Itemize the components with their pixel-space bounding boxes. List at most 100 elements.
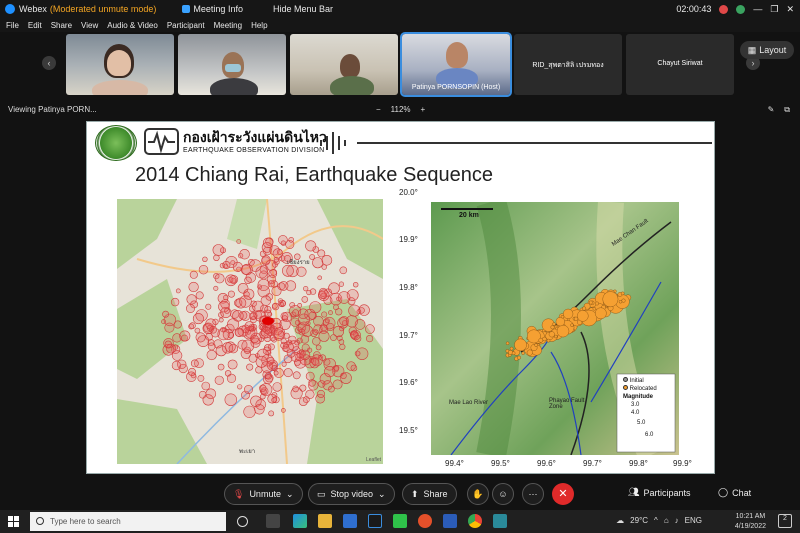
menu-view[interactable]: View [81, 21, 98, 30]
task-view-icon[interactable] [266, 514, 280, 528]
share-button[interactable]: ⬆ Share [402, 483, 457, 505]
chrome-icon[interactable] [468, 514, 482, 528]
edge-icon[interactable] [293, 514, 307, 528]
participants-button[interactable]: 👥︎ Participants [628, 487, 690, 498]
participant-shoulders [92, 80, 148, 95]
participant-tile-6[interactable]: Chayut Siriwat [626, 34, 734, 95]
unmute-button[interactable]: 🎙︎ Unmute ⌄ [224, 483, 303, 505]
participant-tile-host[interactable]: Patinya PORNSOPIN (Host) [400, 32, 512, 97]
participant-name: Chayut Siriwat [657, 60, 703, 67]
leave-meeting-button[interactable]: ✕ [552, 483, 574, 505]
participant-tile-1[interactable] [66, 34, 174, 95]
lat-tick-4: 19.7° [399, 331, 418, 340]
menu-edit[interactable]: Edit [28, 21, 42, 30]
webex-taskbar-icon[interactable] [368, 514, 382, 528]
epicenter-marker [214, 273, 225, 284]
org-name-english: EARTHQUAKE OBSERVATION DIVISION [183, 147, 325, 154]
wave-lines-icon [320, 132, 346, 154]
meeting-info-button[interactable]: Meeting Info [182, 4, 243, 14]
legend-initial: Initial [629, 378, 644, 384]
line-app-icon[interactable] [393, 514, 407, 528]
epicenter-marker [264, 305, 272, 314]
lon-tick-4: 99.7° [583, 459, 602, 468]
participants-icon: 👥︎ [628, 487, 640, 497]
chat-button[interactable]: ◯ Chat [718, 487, 751, 498]
epicenter-marker [227, 318, 240, 331]
relocated-epicenter-marker [554, 334, 558, 339]
epicenter-marker [353, 281, 359, 288]
menu-audio-video[interactable]: Audio & Video [107, 21, 158, 30]
zoom-out-button[interactable]: − [376, 105, 381, 114]
menu-participant[interactable]: Participant [167, 21, 205, 30]
minimize-icon[interactable]: — [753, 4, 762, 14]
epicenter-marker [264, 372, 272, 380]
participant-tile-2[interactable] [178, 34, 286, 95]
layout-button[interactable]: ▦ Layout [740, 41, 794, 59]
epicenter-marker [280, 240, 286, 246]
restore-icon[interactable]: ❐ [770, 4, 778, 15]
lat-tick-5: 19.6° [399, 378, 418, 387]
stop-video-button[interactable]: ▭ Stop video ⌄ [308, 483, 395, 505]
org-name-thai: กองเฝ้าระวังแผ่นดินไหว [183, 129, 327, 145]
popout-icon[interactable]: ⧉ [784, 105, 790, 115]
menu-share[interactable]: Share [51, 21, 72, 30]
weather-cloud-icon[interactable]: ☁ [616, 516, 624, 525]
relocated-epicenter-marker [592, 307, 597, 311]
shared-slide: กองเฝ้าระวังแผ่นดินไหว EARTHQUAKE OBSERV… [86, 121, 715, 474]
epicenter-marker [318, 330, 330, 342]
unmute-label: Unmute [249, 489, 281, 499]
menu-help[interactable]: Help [251, 21, 267, 30]
user-avatar[interactable] [736, 4, 746, 14]
raise-hand-button[interactable]: ✋ [467, 483, 489, 505]
weather-temperature[interactable]: 29°C [630, 516, 648, 525]
epicenter-marker [224, 308, 230, 314]
epicenter-marker [267, 356, 275, 365]
lat-tick-2: 19.9° [399, 235, 418, 244]
participant-tile-3[interactable] [290, 34, 398, 95]
participant-tile-5[interactable]: RID_สุพตาสิลิ เปรมทอง [514, 34, 622, 95]
epicenter-marker [303, 285, 309, 292]
mainshock-marker [262, 317, 274, 325]
annotate-icon[interactable]: ✎ [768, 105, 775, 115]
strip-prev-button[interactable]: ‹ [42, 56, 56, 70]
epicenter-marker [201, 381, 211, 391]
epicenter-marker [164, 340, 172, 348]
relocated-epicenter-marker [595, 301, 599, 306]
browser-app-icon[interactable] [418, 514, 432, 528]
app-title: Webex [19, 4, 47, 14]
search-placeholder: Type here to search [50, 517, 121, 526]
epicenter-marker [328, 385, 335, 393]
participant-strip: ‹ Patinya PORNSOPIN (Host) RID_สุพตาสิลิ… [0, 32, 800, 97]
cortana-icon[interactable] [237, 516, 248, 527]
word-icon[interactable] [443, 514, 457, 528]
epicenter-marker [278, 281, 289, 291]
epicenter-marker [255, 355, 268, 368]
network-icon[interactable]: ⌂ [664, 516, 669, 525]
zoom-in-button[interactable]: + [421, 105, 426, 114]
chevron-down-icon[interactable]: ⌄ [378, 489, 386, 500]
windows-start-icon[interactable] [8, 516, 19, 527]
epicenter-marker [345, 315, 358, 328]
mail-icon[interactable] [343, 514, 357, 528]
tray-chevron-up-icon[interactable]: ^ [654, 516, 658, 525]
close-icon[interactable]: ✕ [786, 4, 794, 15]
volume-icon[interactable]: ♪ [675, 516, 679, 525]
epicenter-marker [338, 339, 345, 345]
lon-tick-5: 99.8° [629, 459, 648, 468]
epicenter-marker [298, 397, 308, 406]
notification-center-button[interactable]: 2 [778, 514, 792, 528]
epicenter-marker [246, 363, 254, 371]
file-explorer-icon[interactable] [318, 514, 332, 528]
recording-icon[interactable] [719, 4, 729, 14]
menu-meeting[interactable]: Meeting [214, 21, 242, 30]
more-options-button[interactable]: ⋯ [522, 483, 544, 505]
relocated-epicenter-marker [514, 338, 527, 352]
hide-menu-bar-button[interactable]: Hide Menu Bar [273, 4, 333, 14]
app-icon[interactable] [493, 514, 507, 528]
language-indicator[interactable]: ENG [685, 516, 702, 525]
menu-file[interactable]: File [6, 21, 19, 30]
chevron-down-icon[interactable]: ⌄ [286, 489, 294, 500]
taskbar-search-box[interactable]: Type here to search [30, 512, 226, 531]
taskbar-clock[interactable]: 10:21 AM 4/19/2022 [735, 512, 766, 532]
reactions-button[interactable]: ☺ [492, 483, 514, 505]
